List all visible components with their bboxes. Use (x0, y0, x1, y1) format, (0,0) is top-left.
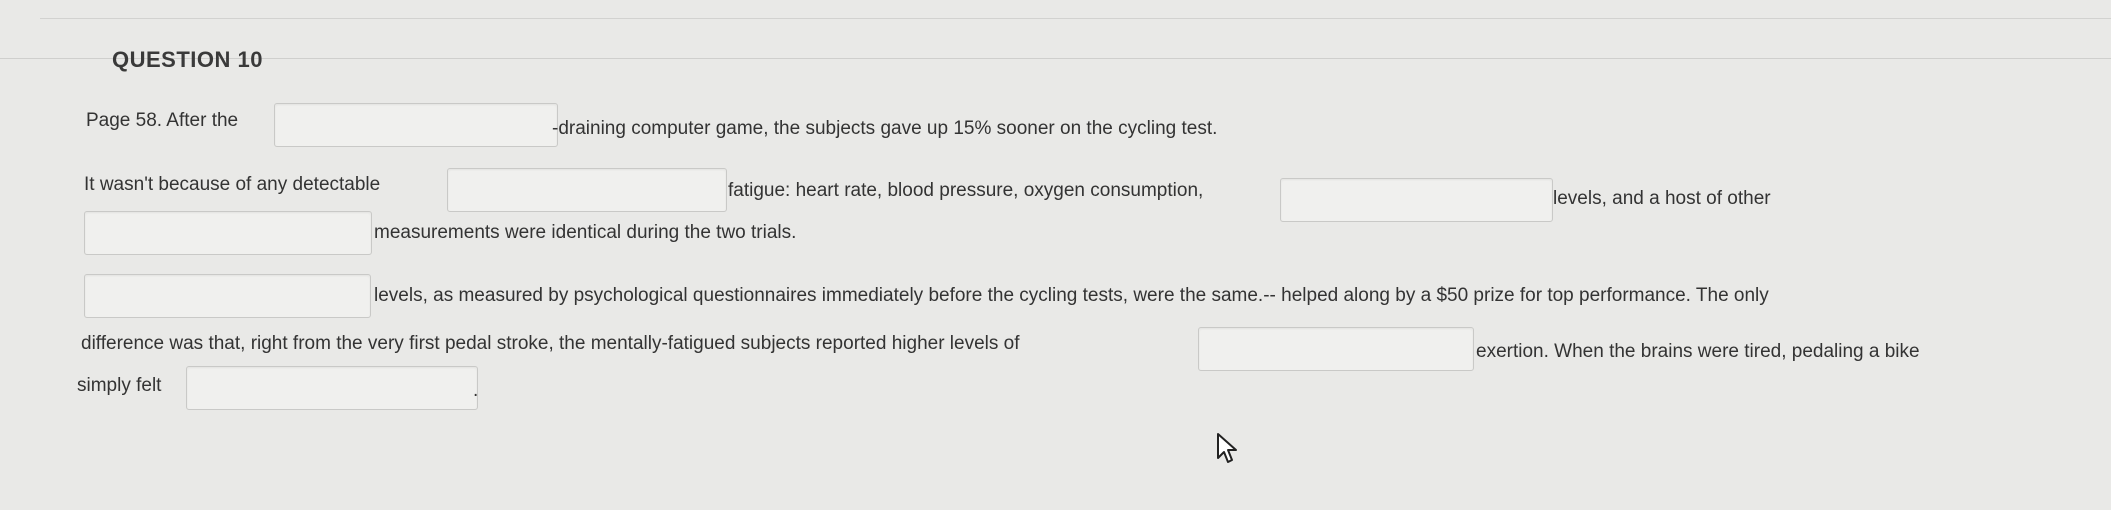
top-divider (40, 18, 2111, 19)
text-line-1a: Page 58. After the (86, 110, 239, 131)
answer-blank-7[interactable] (186, 366, 478, 410)
text-line-2c: levels, and a host of other (1553, 188, 1771, 209)
answer-blank-6[interactable] (1198, 327, 1474, 371)
text-line-3a: measurements were identical during the t… (374, 222, 797, 243)
answer-blank-3[interactable] (1280, 178, 1553, 222)
question-title: QUESTION 10 (112, 47, 263, 72)
text-line-5a: difference was that, right from the very… (81, 333, 1020, 354)
text-line-5b: exertion. When the brains were tired, pe… (1476, 341, 1920, 362)
text-line-2b: fatigue: heart rate, blood pressure, oxy… (728, 180, 1204, 201)
answer-blank-5[interactable] (84, 274, 371, 318)
answer-blank-2[interactable] (447, 168, 727, 212)
question-header (0, 28, 2111, 59)
text-line-4a: levels, as measured by psychological que… (374, 285, 1769, 306)
text-line-1b: -draining computer game, the subjects ga… (552, 118, 1218, 139)
mouse-cursor-icon (1217, 433, 1237, 463)
text-line-2a: It wasn't because of any detectable (84, 174, 381, 195)
answer-blank-1[interactable] (274, 103, 558, 147)
text-line-6a: simply felt (77, 375, 162, 396)
text-line-6b: . (473, 380, 479, 401)
answer-blank-4[interactable] (84, 211, 372, 255)
